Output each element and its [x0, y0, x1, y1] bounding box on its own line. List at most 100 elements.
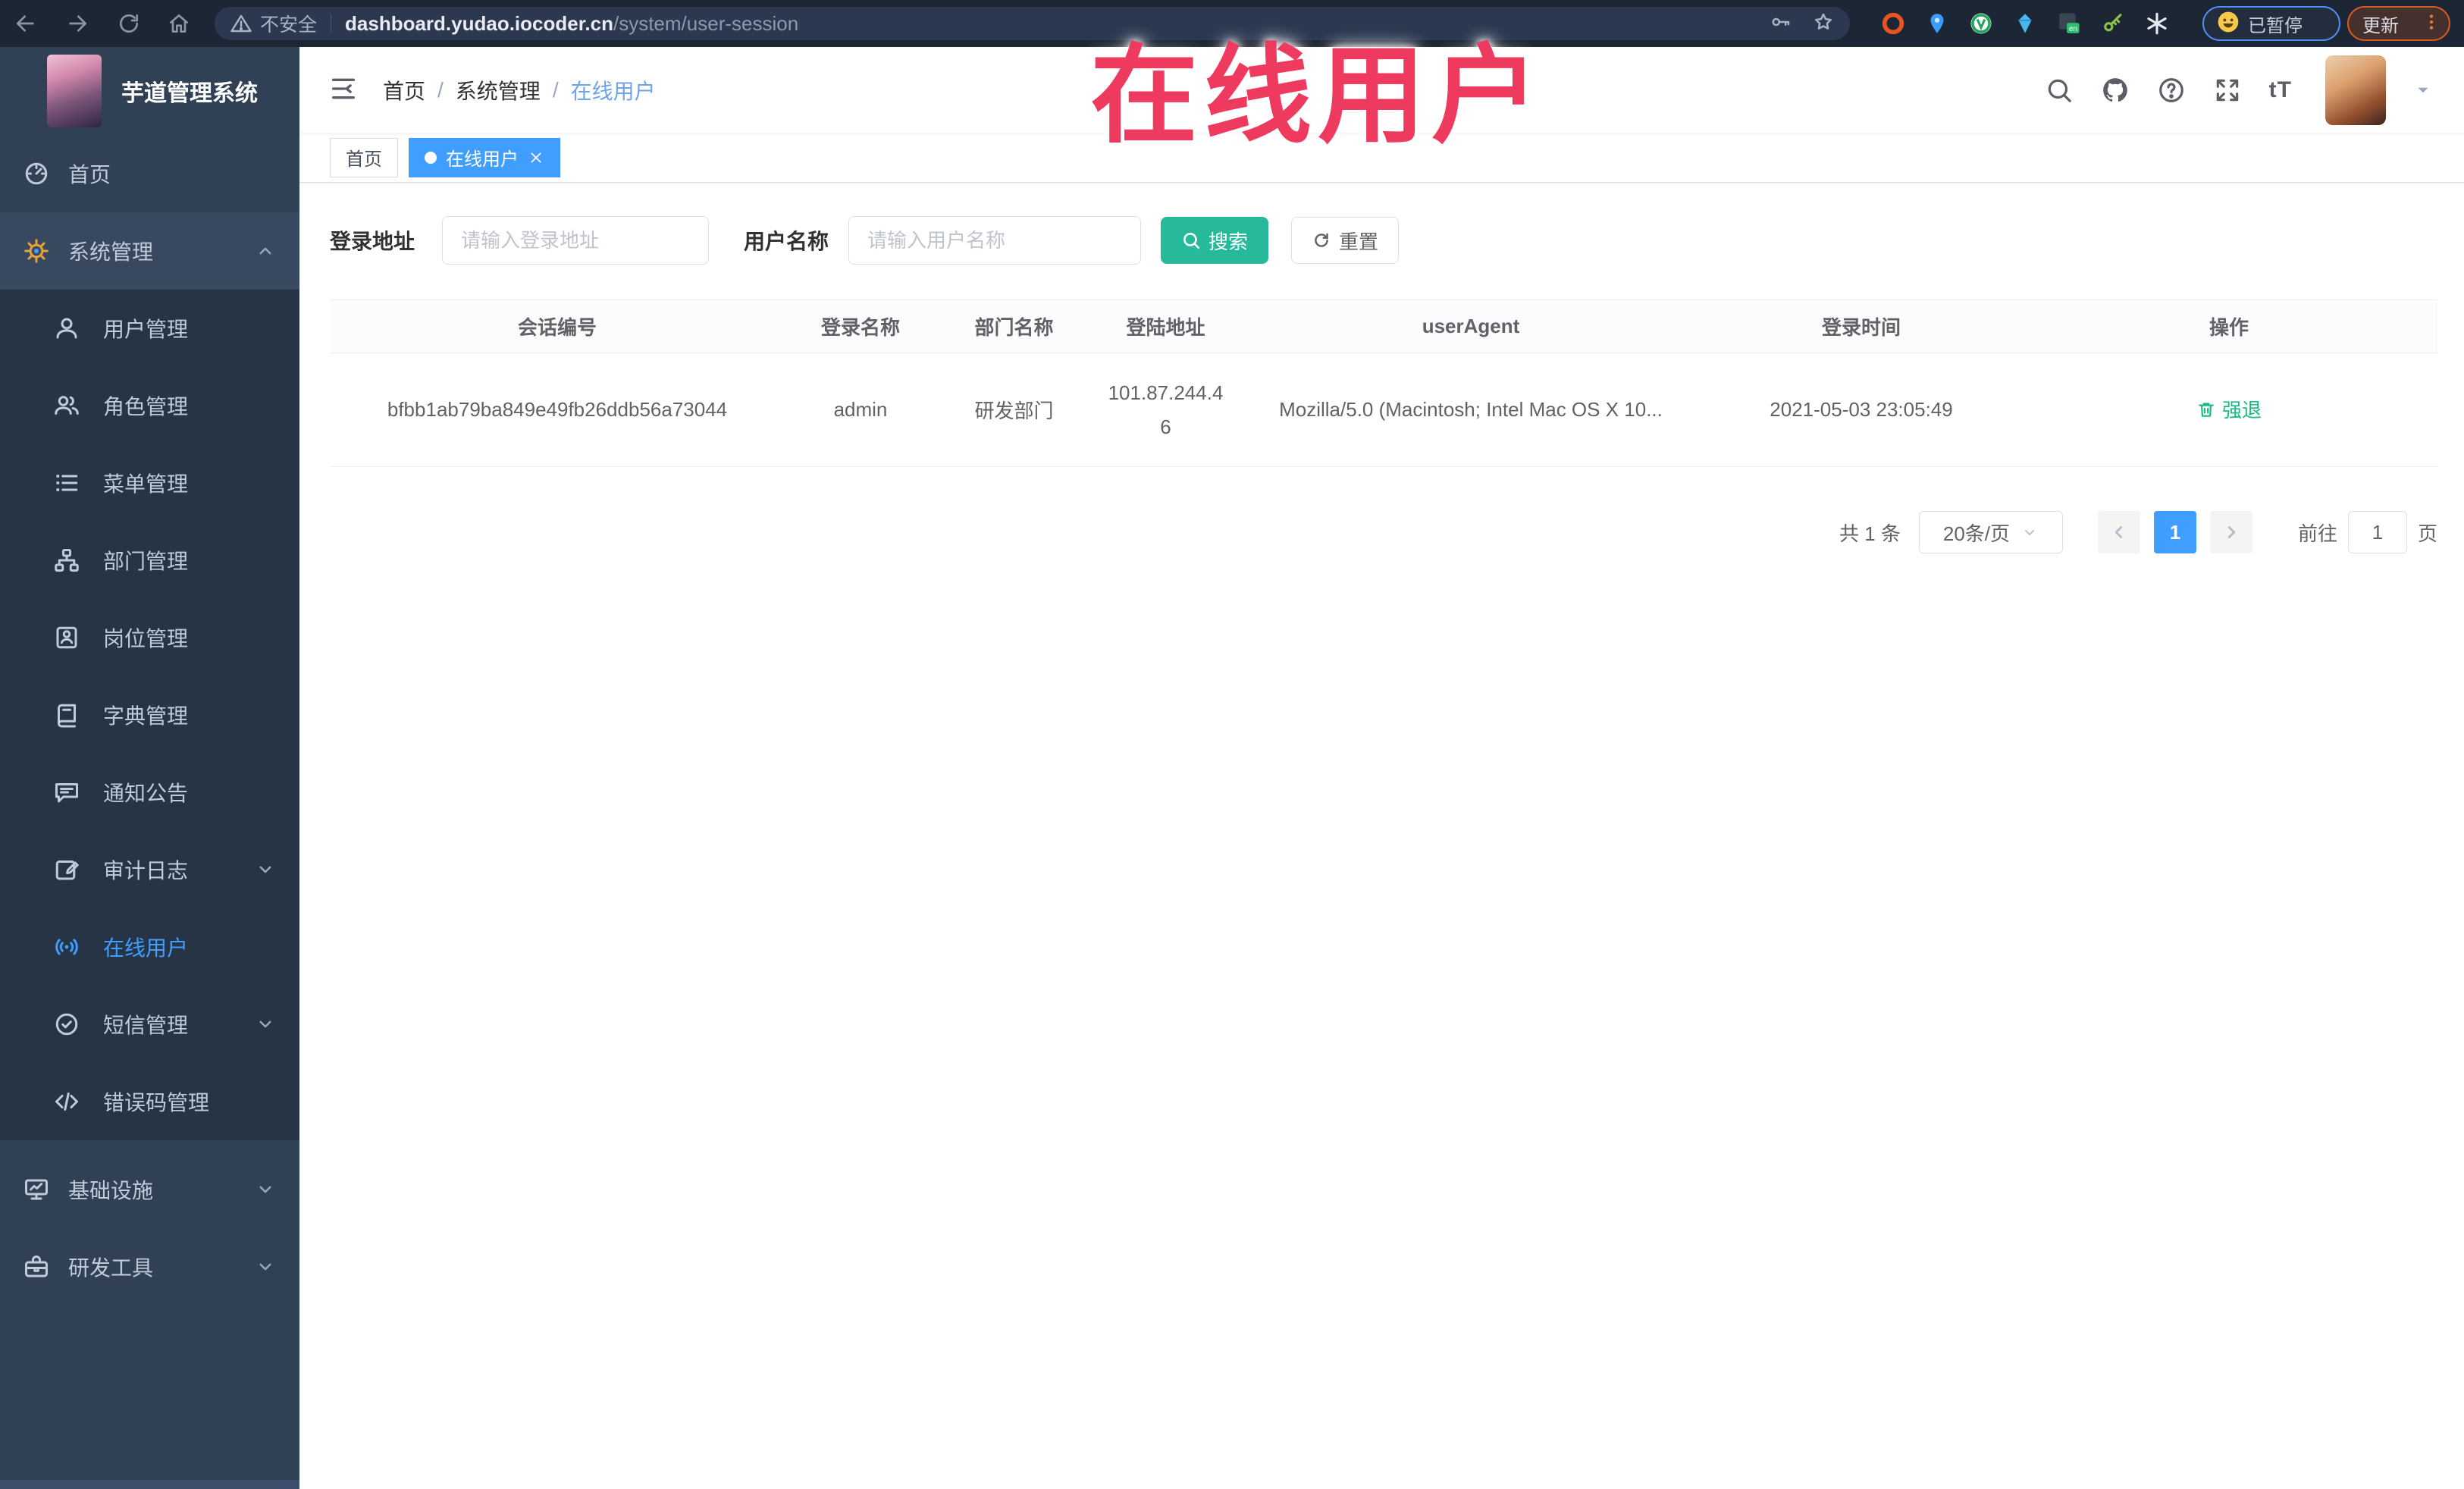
page-number-button[interactable]: 1: [2153, 511, 2196, 553]
sidebar-bottom-strip: [0, 1480, 299, 1489]
browser-profile-chip[interactable]: 已暂停: [2202, 6, 2340, 41]
browser-back-icon[interactable]: [9, 8, 42, 39]
security-label: 不安全: [260, 14, 318, 36]
reset-button-label: 重置: [1339, 230, 1379, 253]
font-size-icon[interactable]: tT: [2269, 77, 2292, 103]
green-key-extension-icon[interactable]: [2099, 9, 2127, 38]
sms-icon: [53, 1011, 80, 1038]
force-logout-label: 强退: [2221, 399, 2262, 422]
tag-label: 首页: [346, 149, 382, 170]
kebab-menu-icon[interactable]: [2422, 12, 2441, 36]
sidebar-item-label: 菜单管理: [103, 472, 189, 496]
breadcrumb-item-系统管理[interactable]: 系统管理: [456, 75, 541, 105]
cyan-gem-extension-icon[interactable]: [2011, 9, 2039, 38]
browser-reload-icon[interactable]: [112, 8, 146, 39]
column-header-登陆地址: 登陆地址: [1092, 299, 1240, 353]
online-users-icon: [53, 933, 80, 961]
sidebar-item-短信管理[interactable]: 短信管理: [0, 986, 299, 1063]
green-circle-extension-icon[interactable]: [1967, 9, 1995, 38]
browser-forward-icon[interactable]: [61, 8, 94, 39]
breadcrumb-separator: /: [437, 77, 444, 102]
url-path: /system/user-session: [613, 11, 799, 35]
sidebar-item-label: 研发工具: [68, 1256, 154, 1280]
badge-icon: [53, 624, 80, 651]
sidebar-item-系统管理[interactable]: 系统管理: [0, 212, 299, 290]
sidebar-item-首页[interactable]: 首页: [0, 135, 299, 212]
sidebar-item-审计日志[interactable]: 审计日志: [0, 831, 299, 908]
search-icon[interactable]: [2045, 76, 2074, 105]
white-asterisk-extension-icon[interactable]: [2143, 9, 2171, 38]
breadcrumb: 首页 / 系统管理 / 在线用户: [383, 47, 656, 133]
sidebar-item-在线用户[interactable]: 在线用户: [0, 908, 299, 986]
dev-tools-icon: [23, 1253, 50, 1281]
help-icon[interactable]: [2157, 76, 2186, 105]
next-page-button[interactable]: [2209, 511, 2252, 553]
column-header-操作: 操作: [2020, 299, 2437, 353]
orange-ring-extension-icon[interactable]: [1879, 9, 1908, 38]
sidebar-item-用户管理[interactable]: 用户管理: [0, 290, 299, 367]
update-label: 更新: [2362, 15, 2399, 36]
search-button-label: 搜索: [1208, 230, 1249, 253]
sidebar-item-错误码管理[interactable]: 错误码管理: [0, 1063, 299, 1140]
column-header-会话编号: 会话编号: [330, 299, 785, 353]
login-address-input[interactable]: [442, 216, 710, 265]
sidebar-item-角色管理[interactable]: 角色管理: [0, 367, 299, 444]
table-header-row: 会话编号 登录名称 部门名称 登陆地址 userAgent 登录时间 操作: [330, 299, 2437, 353]
close-icon[interactable]: [528, 149, 544, 166]
prev-page-button[interactable]: [2097, 511, 2140, 553]
dashboard-icon: [23, 160, 50, 187]
org-tree-icon: [53, 547, 80, 574]
page-content: 登录地址 用户名称 搜索 重置 会话编号登录名称部门名称登陆地址u: [299, 183, 2464, 553]
sidebar-item-label: 审计日志: [103, 859, 189, 882]
github-icon[interactable]: [2101, 76, 2130, 105]
key-icon[interactable]: [1770, 11, 1792, 37]
sidebar-item-岗位管理[interactable]: 岗位管理: [0, 599, 299, 676]
cell-login-ip: 101.87.244.46: [1092, 353, 1240, 467]
sidebar-item-基础设施[interactable]: 基础设施: [0, 1151, 299, 1228]
sidebar-item-研发工具[interactable]: 研发工具: [0, 1228, 299, 1306]
browser-home-icon[interactable]: [162, 8, 196, 39]
sidebar-item-label: 通知公告: [103, 782, 189, 805]
username-input[interactable]: [848, 216, 1142, 265]
cell-username: admin: [785, 353, 936, 467]
warning-icon[interactable]: [230, 12, 252, 35]
tag-首页[interactable]: 首页: [330, 137, 398, 177]
cell-user-agent: Mozilla/5.0 (Macintosh; Intel Mac OS X 1…: [1240, 353, 1702, 467]
caret-down-icon[interactable]: [2413, 80, 2433, 100]
force-logout-button[interactable]: 强退: [2196, 395, 2262, 423]
trash-icon: [2196, 400, 2216, 419]
system-submenu: 用户管理角色管理菜单管理部门管理 岗位管理字典管理通知公告审计日志在线用户 短信管理…: [0, 290, 299, 1140]
reset-button[interactable]: 重置: [1291, 217, 1400, 264]
user-avatar[interactable]: [2325, 55, 2386, 125]
sidebar-item-通知公告[interactable]: 通知公告: [0, 754, 299, 831]
browser-update-button[interactable]: 更新: [2347, 6, 2450, 41]
sidebar-item-部门管理[interactable]: 部门管理: [0, 522, 299, 599]
chevron-up-icon: [254, 240, 277, 262]
translate-extension-icon[interactable]: en: [2055, 9, 2083, 38]
sidebar-item-菜单管理[interactable]: 菜单管理: [0, 444, 299, 522]
extensions-toolbar: en: [1879, 9, 2171, 38]
address-bar[interactable]: 不安全 dashboard.yudao.iocoder.cn /system/u…: [215, 7, 1850, 40]
chevron-down-icon: [254, 1255, 277, 1278]
chevron-down-icon: [254, 858, 277, 881]
page-size-select[interactable]: 20条/页: [1918, 511, 2063, 553]
error-code-icon: [53, 1088, 80, 1115]
bookmark-star-icon[interactable]: [1812, 11, 1835, 37]
sidebar-item-label: 字典管理: [103, 704, 189, 728]
user-icon: [53, 315, 80, 342]
fullscreen-icon[interactable]: [2213, 76, 2242, 105]
blue-pin-extension-icon[interactable]: [1923, 9, 1951, 38]
search-button[interactable]: 搜索: [1161, 217, 1269, 264]
sidebar-menu: 首页 系统管理用户管理角色管理菜单管理部门管理 岗位管理字典管理通知公告审计日志在线…: [0, 135, 299, 1306]
breadcrumb-item-首页[interactable]: 首页: [383, 75, 425, 105]
tag-在线用户[interactable]: 在线用户: [409, 137, 560, 177]
goto-page-input[interactable]: [2347, 511, 2407, 553]
gear-icon: [23, 237, 50, 265]
hamburger-icon[interactable]: [328, 74, 362, 107]
sidebar-item-label: 用户管理: [103, 318, 189, 341]
select-caret-icon: [2025, 530, 2035, 536]
table-body: bfbb1ab79ba849e49fb26ddb56a73044 admin 研发部…: [330, 353, 2437, 467]
app-logo: [47, 55, 102, 127]
logo-row[interactable]: 芋道管理系统: [0, 47, 299, 135]
sidebar-item-字典管理[interactable]: 字典管理: [0, 676, 299, 754]
